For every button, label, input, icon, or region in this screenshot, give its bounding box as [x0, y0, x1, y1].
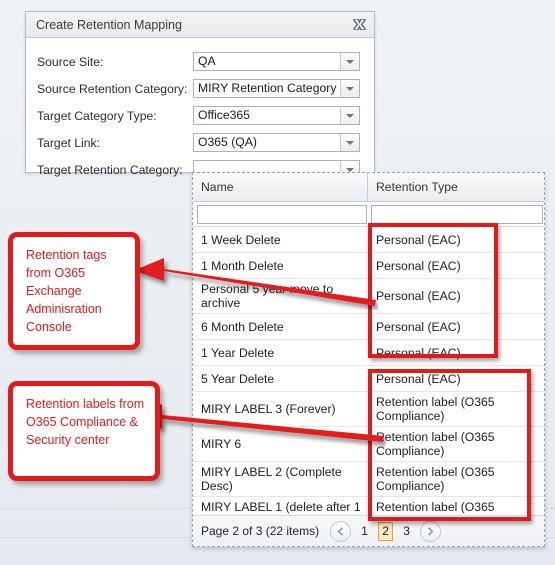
- table-row[interactable]: MIRY LABEL 3 (Forever) Retention label (…: [193, 392, 544, 427]
- grid-filter-row: [193, 202, 544, 227]
- cell-retention-type: Retention label (O365 Compliance): [376, 395, 495, 423]
- cell-retention-type: Personal (EAC): [376, 289, 461, 303]
- label-target-category-type: Target Category Type:: [37, 108, 157, 123]
- dialog-title: Create Retention Mapping: [36, 17, 182, 32]
- dropdown-target-link[interactable]: O365 (QA): [193, 133, 360, 152]
- dialog-body: Source Site: QA Source Retention Categor…: [26, 38, 374, 183]
- cell-name: 1 Year Delete: [201, 345, 275, 360]
- form-row-target-category-type: Target Category Type: Office365: [26, 102, 374, 129]
- dropdown-source-site[interactable]: QA: [193, 52, 360, 71]
- pager-page-3[interactable]: 3: [399, 522, 414, 541]
- cell-retention-type: Retention label (O365 Compliance): [376, 430, 495, 458]
- pager-page-1[interactable]: 1: [357, 522, 372, 541]
- label-source-site: Source Site:: [37, 54, 104, 69]
- cell-name: MIRY 6: [201, 437, 242, 451]
- cell-retention-type: Retention label (O365 Compliance): [376, 465, 495, 493]
- cell-name: 1 Month Delete: [201, 258, 284, 273]
- column-header-retention-type[interactable]: Retention Type: [368, 173, 544, 201]
- pager-page-2[interactable]: 2: [378, 521, 394, 541]
- filter-input-name[interactable]: [197, 204, 367, 224]
- dropdown-target-category-type[interactable]: Office365: [193, 106, 360, 125]
- dropdown-source-site-value: QA: [198, 54, 216, 68]
- filter-input-retention-type[interactable]: [371, 204, 543, 224]
- dropdown-target-link-value: O365 (QA): [198, 135, 257, 149]
- table-row[interactable]: 1 Week Delete Personal (EAC): [193, 227, 544, 253]
- chevron-right-icon[interactable]: [420, 520, 442, 542]
- cell-retention-type: Personal (EAC): [376, 371, 461, 386]
- callout-retention-labels: Retention labels from O365 Compliance & …: [8, 381, 160, 481]
- chevron-down-icon[interactable]: [340, 107, 359, 124]
- cell-name: 5 Year Delete: [201, 371, 275, 386]
- cell-name: MIRY LABEL 3 (Forever): [201, 402, 336, 416]
- table-row[interactable]: 1 Year Delete Personal (EAC): [193, 340, 544, 366]
- cell-retention-type: Personal (EAC): [376, 345, 461, 360]
- grid-rows-container: 1 Week Delete Personal (EAC) 1 Month Del…: [193, 227, 544, 532]
- dropdown-source-retention-category[interactable]: MIRY Retention Category: [193, 79, 360, 98]
- column-header-name[interactable]: Name: [193, 173, 368, 201]
- cell-name: 6 Month Delete: [201, 319, 284, 334]
- cell-name: MIRY LABEL 2 (Complete Desc): [201, 465, 342, 493]
- table-row[interactable]: 1 Month Delete Personal (EAC): [193, 253, 544, 279]
- chevron-down-icon[interactable]: [340, 53, 359, 70]
- form-row-source-retention-category: Source Retention Category: MIRY Retentio…: [26, 75, 374, 102]
- chevron-left-icon[interactable]: [330, 520, 352, 542]
- label-source-retention-category: Source Retention Category:: [37, 81, 188, 96]
- grid-header-row: Name Retention Type: [193, 173, 544, 202]
- pager-status-text: Page 2 of 3 (22 items): [201, 524, 320, 538]
- callout-retention-tags: Retention tags from O365 Exchange Admini…: [8, 232, 140, 350]
- cell-name: 1 Week Delete: [201, 232, 281, 247]
- form-row-target-link: Target Link: O365 (QA): [26, 129, 374, 156]
- chevron-down-icon[interactable]: [340, 80, 359, 97]
- form-row-source-site: Source Site: QA: [26, 48, 374, 75]
- table-row[interactable]: MIRY LABEL 2 (Complete Desc) Retention l…: [193, 462, 544, 497]
- table-row[interactable]: 5 Year Delete Personal (EAC): [193, 366, 544, 392]
- cell-retention-type: Personal (EAC): [376, 232, 461, 247]
- label-target-retention-category: Target Retention Category:: [37, 162, 183, 177]
- cell-retention-type: Personal (EAC): [376, 258, 461, 273]
- dropdown-source-retention-category-value: MIRY Retention Category: [198, 81, 337, 95]
- dropdown-target-category-type-value: Office365: [198, 108, 250, 122]
- create-retention-mapping-dialog: Create Retention Mapping Source Site: QA…: [25, 11, 375, 179]
- cell-name: Personal 5 year move to archive: [201, 282, 334, 310]
- retention-category-dropdown-grid: Name Retention Type 1 Week Delete Person…: [192, 172, 545, 547]
- cell-retention-type: Personal (EAC): [376, 319, 461, 334]
- close-x-icon[interactable]: [351, 17, 368, 32]
- chevron-down-icon[interactable]: [340, 134, 359, 151]
- table-row[interactable]: Personal 5 year move to archive Personal…: [193, 279, 544, 314]
- table-row[interactable]: MIRY 6 Retention label (O365 Compliance): [193, 427, 544, 462]
- table-row[interactable]: 6 Month Delete Personal (EAC): [193, 314, 544, 340]
- dialog-title-bar: Create Retention Mapping: [26, 12, 374, 38]
- label-target-link: Target Link:: [37, 135, 101, 150]
- grid-pager: Page 2 of 3 (22 items) 1 2 3: [193, 515, 544, 546]
